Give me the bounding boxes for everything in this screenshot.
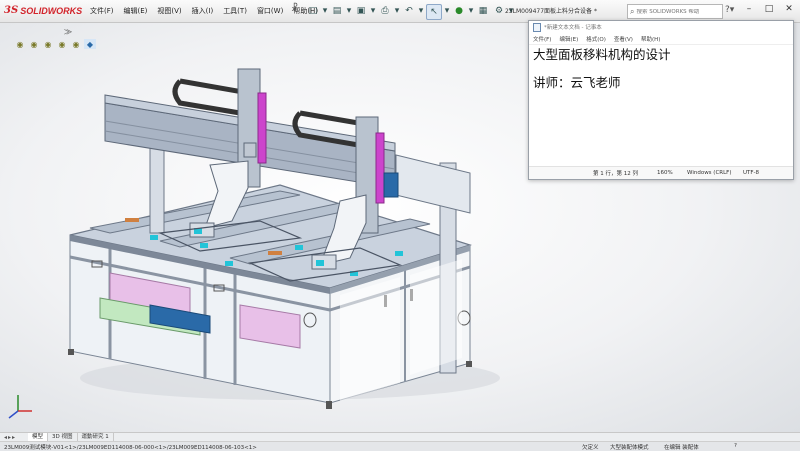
menu-insert[interactable]: 插入(I) — [192, 6, 214, 16]
notepad-text-area[interactable]: 大型面板移料机构的设计 讲师：云飞老师 — [529, 45, 793, 92]
search-icon: ⌕ — [630, 6, 635, 16]
cyan-sensor — [316, 260, 324, 266]
quick-access-toolbar: □ ▾ ▤ ▾ ▣ ▾ ⎙ ▾ ↶ ▾ ↖ ▾ ● ▾ ▦ ⚙ ▾ — [306, 4, 514, 20]
open-dropdown[interactable]: ▾ — [346, 4, 352, 18]
foot — [466, 361, 472, 367]
maximize-icon[interactable]: □ — [762, 4, 776, 14]
cyan-part — [200, 243, 208, 248]
gantry-end-plate — [395, 154, 471, 214]
document-title: 23LM009477面板上料分合设备 * — [505, 8, 597, 15]
tab-nav-arrows[interactable]: ◂▸▸ — [4, 434, 28, 441]
np-menu-help[interactable]: 帮助(H) — [641, 35, 660, 43]
minimize-icon[interactable]: – — [742, 4, 756, 14]
text-line-1: 大型面板移料机构的设计 — [533, 47, 671, 62]
solidworks-logo[interactable]: 3S SOLIDWORKS — [4, 5, 82, 16]
file-properties-icon[interactable]: ▦ — [476, 4, 490, 18]
select-dropdown[interactable]: ▾ — [444, 4, 450, 18]
cursor-position: 第 1 行，第 12 列 — [593, 171, 638, 177]
notepad-window[interactable]: *新建文本文档 - 记事本 文件(F) 编辑(E) 格式(O) 查看(V) 帮助… — [528, 20, 794, 180]
glass-door — [340, 277, 400, 401]
foot — [68, 349, 74, 355]
cyan-part — [395, 251, 403, 256]
menu-window[interactable]: 窗口(W) — [257, 6, 283, 16]
notepad-title: *新建文本文档 - 记事本 — [544, 25, 602, 31]
print-icon[interactable]: ⎙ — [378, 4, 392, 18]
cyan-part — [225, 261, 233, 266]
pin-icon[interactable]: ☧ — [291, 4, 299, 16]
magenta-motor — [375, 132, 385, 204]
new-dropdown[interactable]: ▾ — [322, 4, 328, 18]
undo-dropdown[interactable]: ▾ — [418, 4, 424, 18]
glass-door — [410, 259, 462, 375]
ds-logo-icon: 3S — [4, 5, 19, 16]
traffic-light-icon[interactable]: ● — [452, 4, 466, 18]
logo-text: SOLIDWORKS — [20, 5, 83, 16]
select-cursor-icon[interactable]: ↖ — [426, 4, 442, 20]
save-icon[interactable]: ▣ — [354, 4, 368, 18]
notepad-status-bar: 第 1 行，第 12 列 160% Windows (CRLF) UTF-8 — [529, 166, 793, 179]
notepad-title-bar: *新建文本文档 - 记事本 — [529, 21, 793, 33]
cyan-part — [295, 245, 303, 250]
notepad-menu: 文件(F) 编辑(E) 格式(O) 查看(V) 帮助(H) — [529, 33, 793, 45]
help-search-box[interactable]: ⌕ — [627, 4, 723, 19]
blue-motor — [383, 172, 399, 198]
cyan-part — [150, 235, 158, 240]
new-document-icon[interactable]: □ — [306, 4, 320, 18]
menu-file[interactable]: 文件(F) — [90, 6, 114, 16]
orange-part — [268, 251, 282, 255]
orange-part — [125, 218, 139, 222]
line-ending: Windows (CRLF) — [687, 170, 732, 176]
window-controls: – □ ✕ — [742, 4, 796, 14]
undo-icon[interactable]: ↶ — [402, 4, 416, 18]
open-folder-icon[interactable]: ▤ — [330, 4, 344, 18]
np-menu-edit[interactable]: 编辑(E) — [559, 35, 578, 43]
notepad-icon — [533, 22, 541, 32]
menu-edit[interactable]: 编辑(E) — [124, 6, 148, 16]
print-dropdown[interactable]: ▾ — [394, 4, 400, 18]
foot — [326, 401, 332, 409]
carriage-block — [243, 142, 257, 158]
save-dropdown[interactable]: ▾ — [370, 4, 376, 18]
question-icon[interactable]: ?▾ — [725, 5, 734, 15]
help-search-input[interactable] — [636, 8, 707, 15]
zoom-level: 160% — [657, 170, 673, 176]
encoding: UTF-8 — [743, 170, 760, 176]
close-icon[interactable]: ✕ — [782, 4, 796, 14]
np-menu-view[interactable]: 查看(V) — [614, 35, 633, 43]
menu-tools[interactable]: 工具(T) — [223, 6, 247, 16]
magenta-motor — [257, 92, 267, 164]
np-menu-format[interactable]: 格式(O) — [586, 35, 606, 43]
status-help[interactable]: ? — [734, 443, 737, 449]
menu-view[interactable]: 视图(V) — [157, 6, 181, 16]
gear-icon[interactable]: ⚙ — [492, 4, 506, 18]
rebuild-dropdown[interactable]: ▾ — [468, 4, 474, 18]
orientation-triad — [8, 395, 32, 419]
text-line-2: 讲师：云飞老师 — [533, 75, 621, 90]
main-menu: 文件(F) 编辑(E) 视图(V) 插入(I) 工具(T) 窗口(W) 帮助(H… — [90, 6, 318, 16]
np-menu-file[interactable]: 文件(F) — [533, 35, 551, 43]
